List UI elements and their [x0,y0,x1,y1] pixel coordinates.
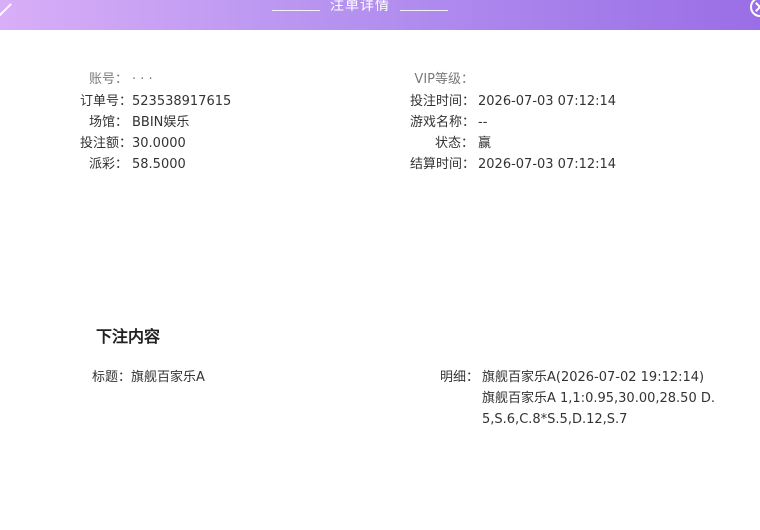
info-game-name: 游戏名称： -- [410,113,487,133]
info-value: · · · [132,72,153,87]
info-label: 结算时间： [410,157,476,172]
bet-detail-label-row: 明细： [440,367,479,388]
info-account: 账号： · · · [80,70,153,90]
back-arrow-icon[interactable] [0,0,12,16]
info-value: 58.5000 [132,157,186,172]
bet-title-row: 标题：旗舰百家乐A [92,367,205,388]
info-value: BBIN娱乐 [132,115,190,130]
info-label: 状态： [434,136,474,151]
dialog-header: 注单详情 [0,0,760,30]
bet-detail-line: 旗舰百家乐A(2026-07-02 19:12:14) [482,370,705,385]
bet-content-heading: 下注内容 [96,327,161,346]
info-status: 状态： 赢 [410,134,491,154]
info-bet-amount: 投注额：30.0000 [80,134,186,154]
info-value: 2026-07-03 07:12:14 [478,94,617,109]
title-right-line [400,9,448,11]
info-value: 30.0000 [132,136,186,151]
bet-title-label: 标题： [92,370,132,385]
info-bet-time: 投注时间： 2026-07-03 07:12:14 [410,92,616,112]
info-settle-time: 结算时间： 2026-07-03 07:12:14 [410,155,616,175]
info-label: 投注时间： [410,94,476,109]
info-vip-level: VIP等级： [410,70,478,90]
bet-detail-text: 旗舰百家乐A(2026-07-02 19:12:14) 旗舰百家乐A 1,1:0… [482,367,722,430]
info-value: 523538917615 [132,94,232,109]
info-label: VIP等级： [414,72,474,87]
close-icon[interactable] [750,0,760,17]
info-value: -- [478,115,488,130]
bet-detail-label: 明细： [440,370,480,385]
dialog-title-wrap: 注单详情 [265,0,455,20]
info-order-number: 订单号：523538917615 [80,92,231,112]
dialog-title: 注单详情 [330,0,390,14]
info-label: 场馆： [88,115,128,130]
bet-detail-line: 5,S.6,C.8*S.5,D.12,S.7 [482,412,628,427]
info-venue: 场馆： BBIN娱乐 [80,113,189,133]
info-payout: 派彩： 58.5000 [80,155,186,175]
info-label: 派彩： [88,157,128,172]
info-label: 订单号： [80,94,133,109]
bet-title-value: 旗舰百家乐A [131,370,205,385]
info-value: 2026-07-03 07:12:14 [478,157,617,172]
info-label: 游戏名称： [410,115,476,130]
bet-detail-line: 旗舰百家乐A 1,1:0.95,30.00,28.50 D. [482,391,715,406]
info-label: 账号： [88,72,128,87]
info-label: 投注额： [80,136,133,151]
title-left-line [272,9,320,11]
info-value: 赢 [478,136,492,151]
